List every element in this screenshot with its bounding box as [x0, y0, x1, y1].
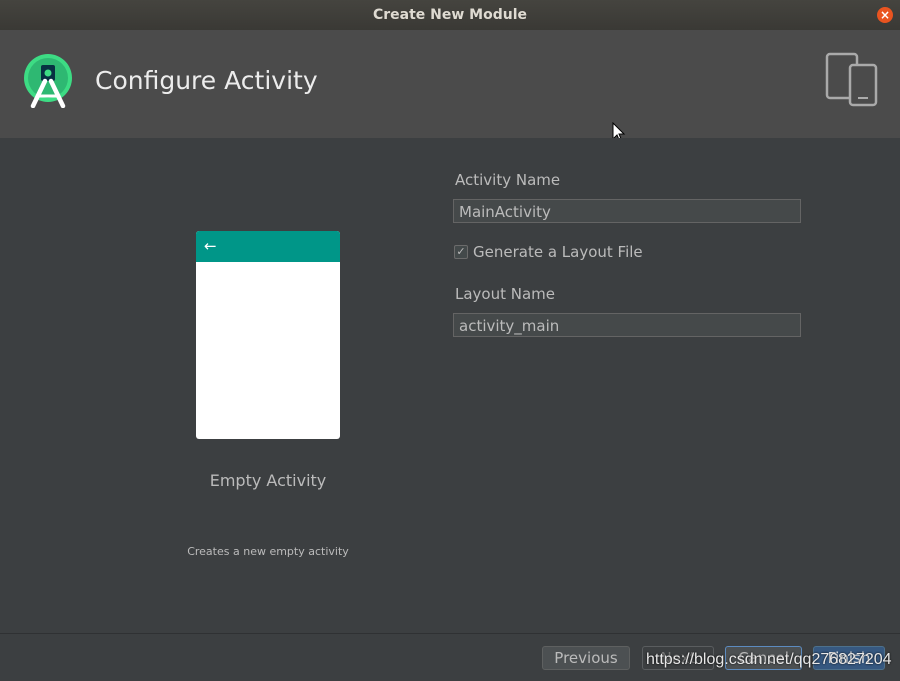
- template-description: Creates a new empty activity: [187, 545, 349, 558]
- page-title: Configure Activity: [95, 66, 318, 95]
- window-title: Create New Module: [372, 7, 528, 23]
- window-titlebar: Create New Module ×: [0, 0, 900, 31]
- preview-app-bar: ←: [196, 231, 340, 262]
- layout-name-label: Layout Name: [455, 285, 556, 303]
- back-arrow-icon: ←: [204, 237, 217, 255]
- android-studio-logo-icon: [24, 54, 72, 108]
- generate-layout-checkbox[interactable]: ✓: [454, 245, 468, 259]
- previous-button[interactable]: Previous: [542, 646, 630, 670]
- wizard-header: Configure Activity: [0, 30, 900, 143]
- watermark-url: https://blog.csdn.net/qq276827204: [646, 651, 892, 668]
- wizard-footer: Previous Next Cancel Finish https://blog…: [0, 633, 900, 681]
- template-name: Empty Activity: [209, 471, 327, 490]
- generate-layout-label[interactable]: Generate a Layout File: [473, 243, 643, 261]
- activity-name-label: Activity Name: [455, 171, 561, 189]
- activity-name-input[interactable]: MainActivity: [453, 199, 801, 223]
- wizard-body: ← Empty Activity Creates a new empty act…: [0, 138, 900, 633]
- layout-name-input[interactable]: activity_main: [453, 313, 801, 337]
- phone-tablet-icon: [825, 52, 878, 107]
- activity-preview-phone: ←: [196, 231, 340, 439]
- close-window-button[interactable]: ×: [877, 7, 893, 23]
